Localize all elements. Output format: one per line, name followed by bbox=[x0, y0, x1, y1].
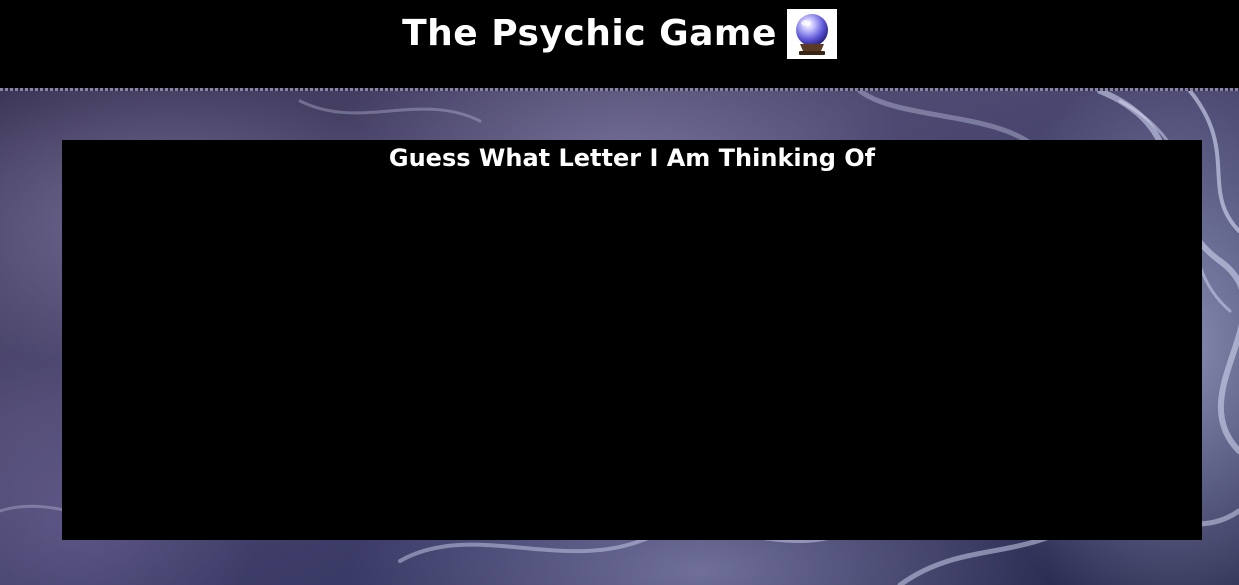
crystal-ball-icon bbox=[786, 8, 837, 59]
page-header: The Psychic Game bbox=[0, 0, 1239, 88]
header-content: The Psychic Game bbox=[402, 8, 837, 59]
panel-heading: Guess What Letter I Am Thinking Of bbox=[388, 144, 876, 172]
page-title: The Psychic Game bbox=[402, 12, 777, 54]
game-panel: Guess What Letter I Am Thinking Of bbox=[62, 140, 1202, 540]
